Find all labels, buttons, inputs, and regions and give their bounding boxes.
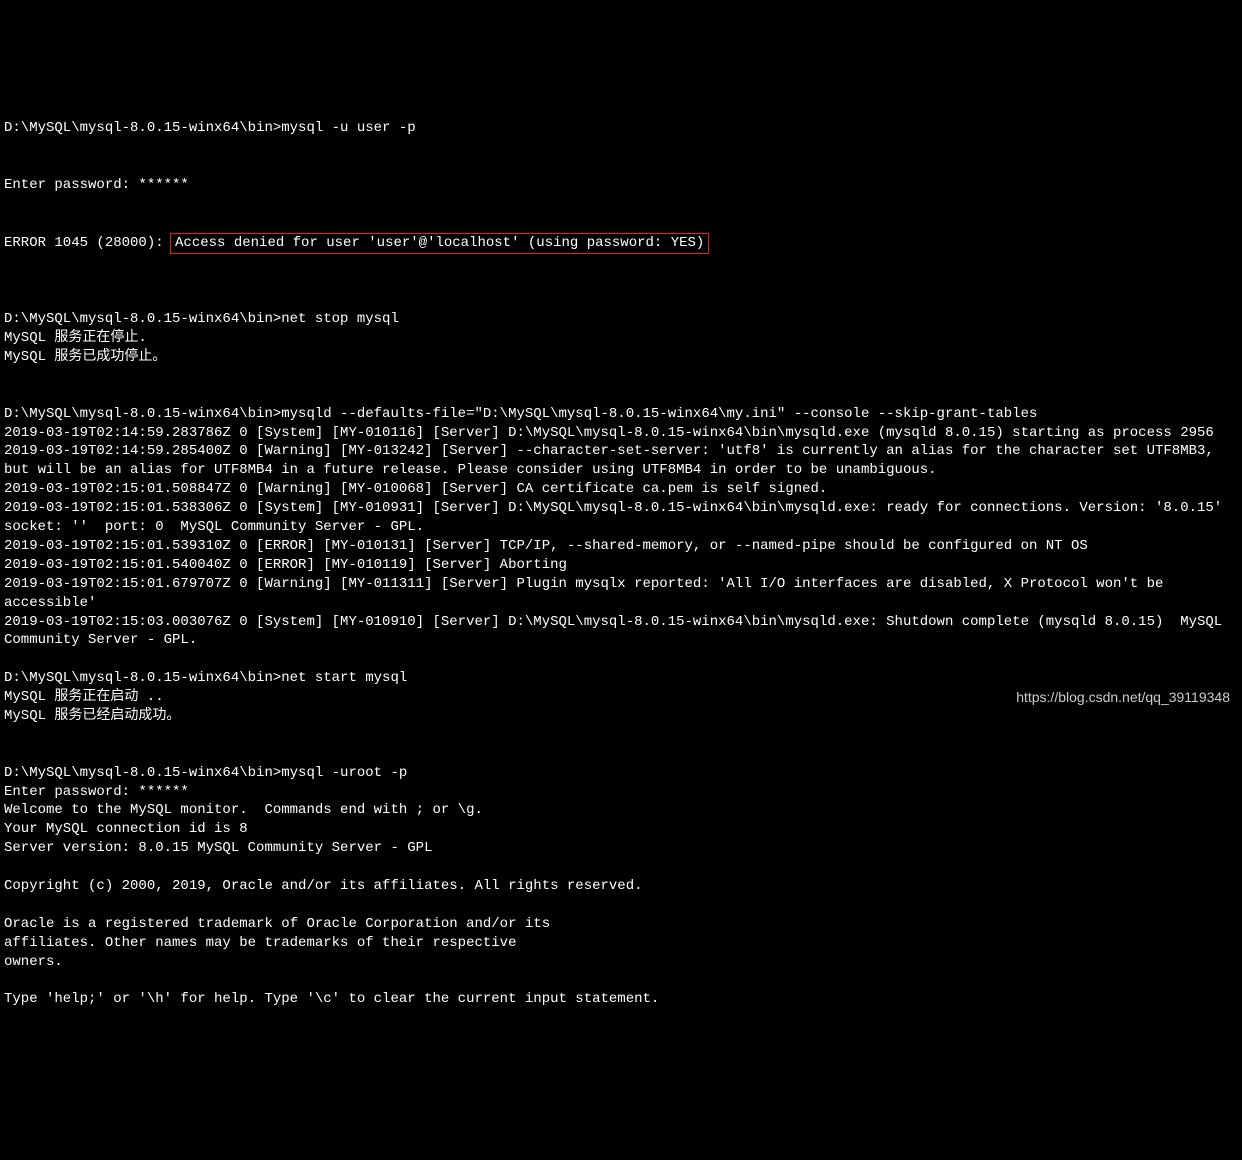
terminal-line: 2019-03-19T02:15:01.540040Z 0 [ERROR] [M… (4, 556, 1238, 575)
terminal-line: MySQL 服务已经启动成功。 (4, 707, 1238, 726)
terminal-line (4, 367, 1238, 386)
terminal-line (4, 745, 1238, 764)
terminal-line: Your MySQL connection id is 8 (4, 820, 1238, 839)
terminal-line: D:\MySQL\mysql-8.0.15-winx64\bin>mysqld … (4, 405, 1238, 424)
terminal-line: D:\MySQL\mysql-8.0.15-winx64\bin>net sta… (4, 669, 1238, 688)
terminal-line: Type 'help;' or '\h' for help. Type '\c'… (4, 990, 1238, 1009)
terminal-line: Copyright (c) 2000, 2019, Oracle and/or … (4, 877, 1238, 896)
terminal-line (4, 650, 1238, 669)
terminal-line: owners. (4, 953, 1238, 972)
terminal-line: 2019-03-19T02:15:01.679707Z 0 [Warning] … (4, 575, 1238, 613)
terminal-line: Enter password: ****** (4, 176, 1238, 195)
terminal-line: affiliates. Other names may be trademark… (4, 934, 1238, 953)
error-prefix: ERROR 1045 (28000): (4, 235, 172, 251)
terminal-line: 2019-03-19T02:15:03.003076Z 0 [System] [… (4, 613, 1238, 651)
terminal-line (4, 971, 1238, 990)
terminal-line: Enter password: ****** (4, 783, 1238, 802)
error-line: ERROR 1045 (28000): Access denied for us… (4, 233, 1238, 254)
terminal-line (4, 386, 1238, 405)
terminal-line: Server version: 8.0.15 MySQL Community S… (4, 839, 1238, 858)
terminal-line: Welcome to the MySQL monitor. Commands e… (4, 801, 1238, 820)
terminal-line (4, 726, 1238, 745)
terminal-line: D:\MySQL\mysql-8.0.15-winx64\bin>net sto… (4, 310, 1238, 329)
terminal-line: 2019-03-19T02:15:01.539310Z 0 [ERROR] [M… (4, 537, 1238, 556)
terminal-line (4, 896, 1238, 915)
watermark: https://blog.csdn.net/qq_39119348 (1016, 688, 1230, 707)
terminal-line: 2019-03-19T02:14:59.285400Z 0 [Warning] … (4, 442, 1238, 480)
terminal-output[interactable]: D:\MySQL\mysql-8.0.15-winx64\bin>mysql -… (4, 82, 1238, 1029)
terminal-line: 2019-03-19T02:15:01.538306Z 0 [System] [… (4, 499, 1238, 537)
terminal-line: MySQL 服务正在停止. (4, 329, 1238, 348)
terminal-line: 2019-03-19T02:15:01.508847Z 0 [Warning] … (4, 480, 1238, 499)
terminal-line: 2019-03-19T02:14:59.283786Z 0 [System] [… (4, 424, 1238, 443)
terminal-line (4, 858, 1238, 877)
terminal-block: D:\MySQL\mysql-8.0.15-winx64\bin>net sto… (4, 291, 1238, 1009)
terminal-line: D:\MySQL\mysql-8.0.15-winx64\bin>mysql -… (4, 764, 1238, 783)
terminal-line: D:\MySQL\mysql-8.0.15-winx64\bin>mysql -… (4, 119, 1238, 138)
terminal-line: MySQL 服务已成功停止。 (4, 348, 1238, 367)
terminal-line (4, 291, 1238, 310)
terminal-line: Oracle is a registered trademark of Orac… (4, 915, 1238, 934)
error-highlight: Access denied for user 'user'@'localhost… (170, 233, 709, 254)
